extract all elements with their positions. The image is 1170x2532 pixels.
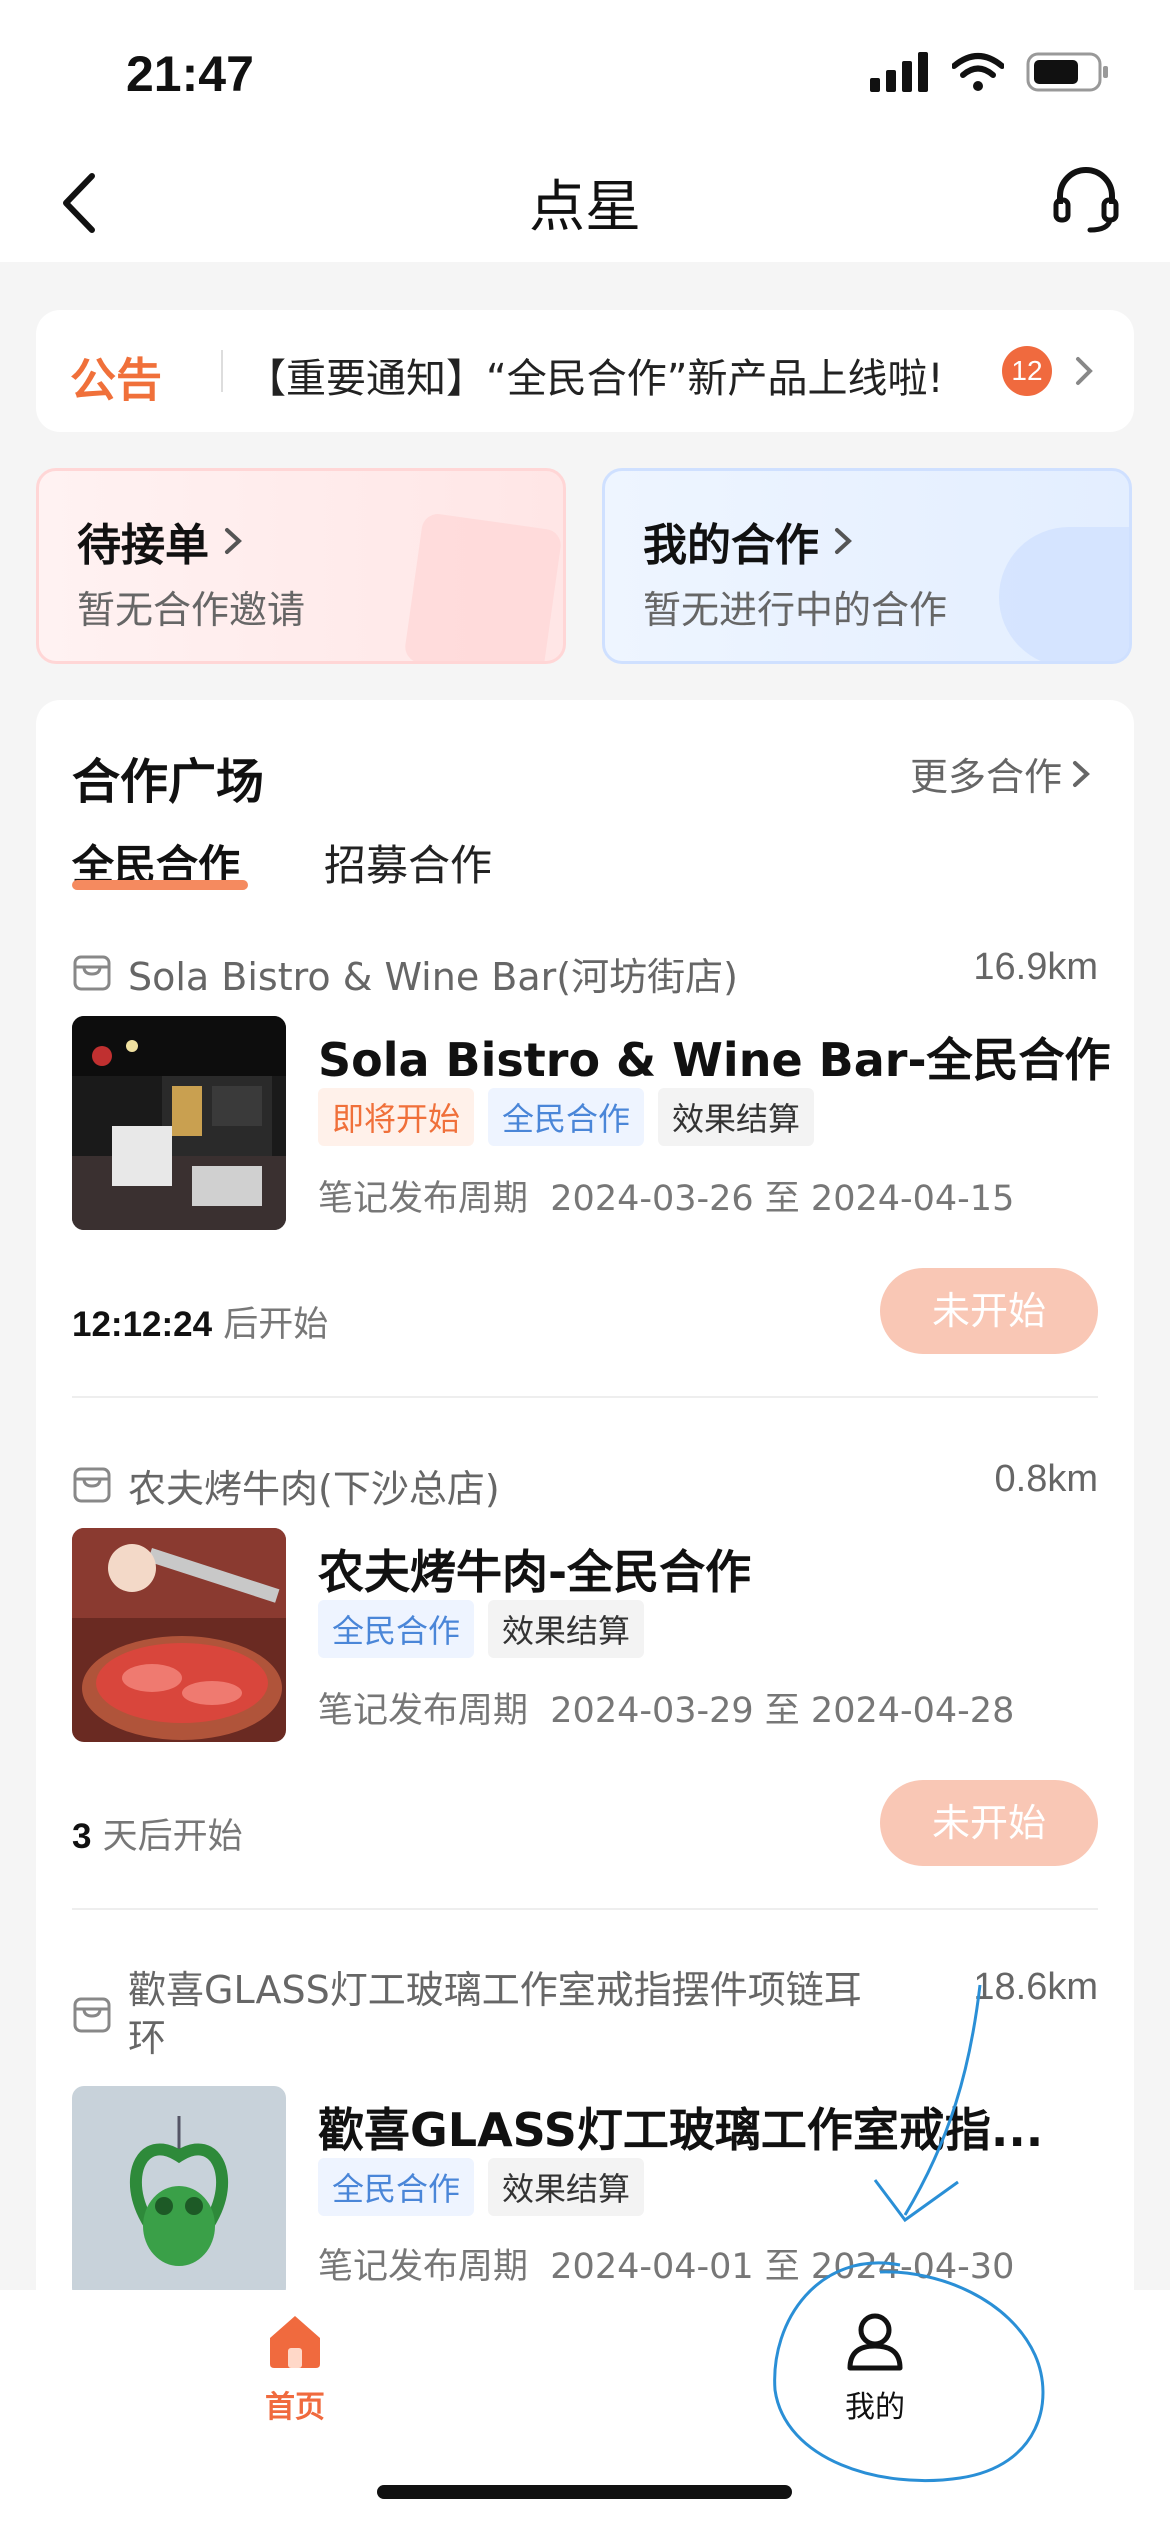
list-item[interactable]: 歡喜GLASS灯工玻璃工作室戒指摆件项链耳 环 18.6km 歡喜GLASS灯工… [36, 1966, 1134, 2326]
store-distance: 18.6km [973, 1966, 1098, 2008]
page-title: 点星 [529, 175, 641, 240]
settlement-tag: 效果结算 [488, 2158, 645, 2216]
glass-craft-thumbnail [72, 2086, 286, 2300]
status-time: 21:47 [126, 46, 254, 102]
restaurant-thumbnail [72, 1016, 286, 1230]
chevron-right-icon [835, 528, 852, 554]
cooperation-title: 歡喜GLASS灯工玻璃工作室戒指... [318, 2103, 1044, 2157]
publish-period-dates: 2024-03-29 至 2024-04-28 [550, 1691, 1015, 1731]
store-name: 农夫烤牛肉(下沙总店) [128, 1467, 500, 1511]
countdown: 12:12:24 后开始 [72, 1296, 328, 1347]
publish-period: 笔记发布周期 2024-03-26 至 2024-04-15 [318, 1170, 1014, 1221]
store-name: 歡喜GLASS灯工玻璃工作室戒指摆件项链耳 环 [128, 1966, 862, 2062]
store-icon [73, 1467, 111, 1503]
store-distance: 16.9km [973, 946, 1098, 988]
divider [221, 350, 223, 392]
chevron-right-icon [225, 528, 242, 554]
type-tag: 全民合作 [488, 1088, 645, 1146]
pending-orders-card[interactable]: 待接单 暂无合作邀请 [36, 468, 566, 664]
decorative-shape [403, 511, 563, 661]
announcement-bar[interactable]: 公告 【重要通知】“全民合作”新产品上线啦! 12 [36, 310, 1134, 432]
countdown: 3 天后开始 [72, 1808, 243, 1859]
beef-thumbnail [72, 1528, 286, 1742]
status-tag: 即将开始 [318, 1088, 475, 1146]
not-started-button[interactable]: 未开始 [880, 1780, 1098, 1866]
cooperation-title: 农夫烤牛肉-全民合作 [318, 1545, 752, 1599]
pending-orders-label: 待接单 [77, 520, 209, 571]
cooperation-plaza: 合作广场 更多合作 全民合作 招募合作 Sola Bistro & Wine B… [36, 700, 1134, 2532]
cooperation-title: Sola Bistro & Wine Bar-全民合作 [318, 1033, 1111, 1087]
tag-list: 即将开始 全民合作 效果结算 [318, 1088, 815, 1146]
section-title: 合作广场 [72, 754, 265, 810]
tab-recruit-cooperation[interactable]: 招募合作 [324, 832, 492, 893]
store-row: 歡喜GLASS灯工玻璃工作室戒指摆件项链耳 环 18.6km [72, 1966, 1098, 2062]
store-name: Sola Bistro & Wine Bar(河坊街店) [128, 955, 738, 999]
status-icons [870, 52, 1110, 92]
divider [72, 1908, 1098, 1910]
countdown-value: 12:12:24 [72, 1305, 213, 1344]
store-icon [73, 955, 111, 991]
announcement-text: 【重要通知】“全民合作”新产品上线啦! [246, 356, 944, 402]
tag-list: 全民合作 效果结算 [318, 1600, 645, 1658]
customer-service-headset-icon[interactable] [1050, 164, 1122, 236]
store-distance: 0.8km [994, 1458, 1098, 1500]
cellular-signal-icon [870, 52, 928, 92]
active-tab-indicator [72, 880, 248, 890]
countdown-value: 3 [72, 1817, 92, 1856]
chevron-right-icon [1076, 357, 1093, 385]
store-row: 农夫烤牛肉(下沙总店) 0.8km [72, 1458, 1098, 1511]
store-name-line2: 环 [128, 2016, 167, 2060]
more-cooperation-label: 更多合作 [909, 755, 1062, 799]
divider [72, 1396, 1098, 1398]
my-cooperation-card[interactable]: 我的合作 暂无进行中的合作 [602, 468, 1132, 664]
home-icon [270, 2316, 320, 2368]
store-row: Sola Bistro & Wine Bar(河坊街店) 16.9km [72, 946, 1098, 999]
publish-period-label: 笔记发布周期 [318, 1691, 529, 1731]
publish-period: 笔记发布周期 2024-04-01 至 2024-04-30 [318, 2238, 1014, 2289]
tag-list: 全民合作 效果结算 [318, 2158, 645, 2216]
wifi-icon [952, 53, 1004, 91]
store-icon [73, 1997, 111, 2033]
pending-orders-title: 待接单 [77, 509, 247, 573]
nav-bar: 点星 [0, 150, 1170, 262]
countdown-suffix: 后开始 [223, 1305, 329, 1345]
publish-period-dates: 2024-03-26 至 2024-04-15 [550, 1179, 1015, 1219]
publish-period: 笔记发布周期 2024-03-29 至 2024-04-28 [318, 1682, 1014, 1733]
tab-me-label: 我的 [845, 2390, 905, 2425]
more-cooperation-link[interactable]: 更多合作 [910, 746, 1094, 801]
publish-period-label: 笔记发布周期 [318, 1179, 529, 1219]
settlement-tag: 效果结算 [488, 1600, 645, 1658]
home-indicator [377, 2485, 792, 2499]
announcement-count-badge: 12 [1002, 346, 1052, 396]
settlement-tag: 效果结算 [658, 1088, 815, 1146]
chevron-right-icon [1073, 760, 1090, 787]
user-profile-icon [847, 2313, 903, 2371]
countdown-suffix: 天后开始 [102, 1817, 243, 1857]
list-item[interactable]: 农夫烤牛肉(下沙总店) 0.8km 农夫烤牛肉-全民合作 全民合作 效果结算 笔… [36, 1458, 1134, 1918]
my-cooperation-title: 我的合作 [643, 509, 857, 573]
pending-orders-subtitle: 暂无合作邀请 [77, 588, 306, 632]
publish-period-dates: 2024-04-01 至 2024-04-30 [550, 2247, 1015, 2287]
type-tag: 全民合作 [318, 1600, 475, 1658]
my-cooperation-label: 我的合作 [643, 520, 819, 571]
status-bar: 21:47 [0, 0, 1170, 150]
tab-me[interactable]: 我的 [820, 2310, 930, 2426]
publish-period-label: 笔记发布周期 [318, 2247, 529, 2287]
my-cooperation-subtitle: 暂无进行中的合作 [643, 588, 948, 632]
store-name-line1: 歡喜GLASS灯工玻璃工作室戒指摆件项链耳 [128, 1968, 862, 2012]
not-started-button[interactable]: 未开始 [880, 1268, 1098, 1354]
type-tag: 全民合作 [318, 2158, 475, 2216]
tab-home-label: 首页 [265, 2390, 325, 2425]
decorative-shape [999, 527, 1129, 661]
announcement-tag: 公告 [70, 353, 162, 407]
battery-icon [1026, 52, 1108, 92]
list-item[interactable]: Sola Bistro & Wine Bar(河坊街店) 16.9km Sola… [36, 946, 1134, 1406]
tab-home[interactable]: 首页 [240, 2310, 350, 2426]
